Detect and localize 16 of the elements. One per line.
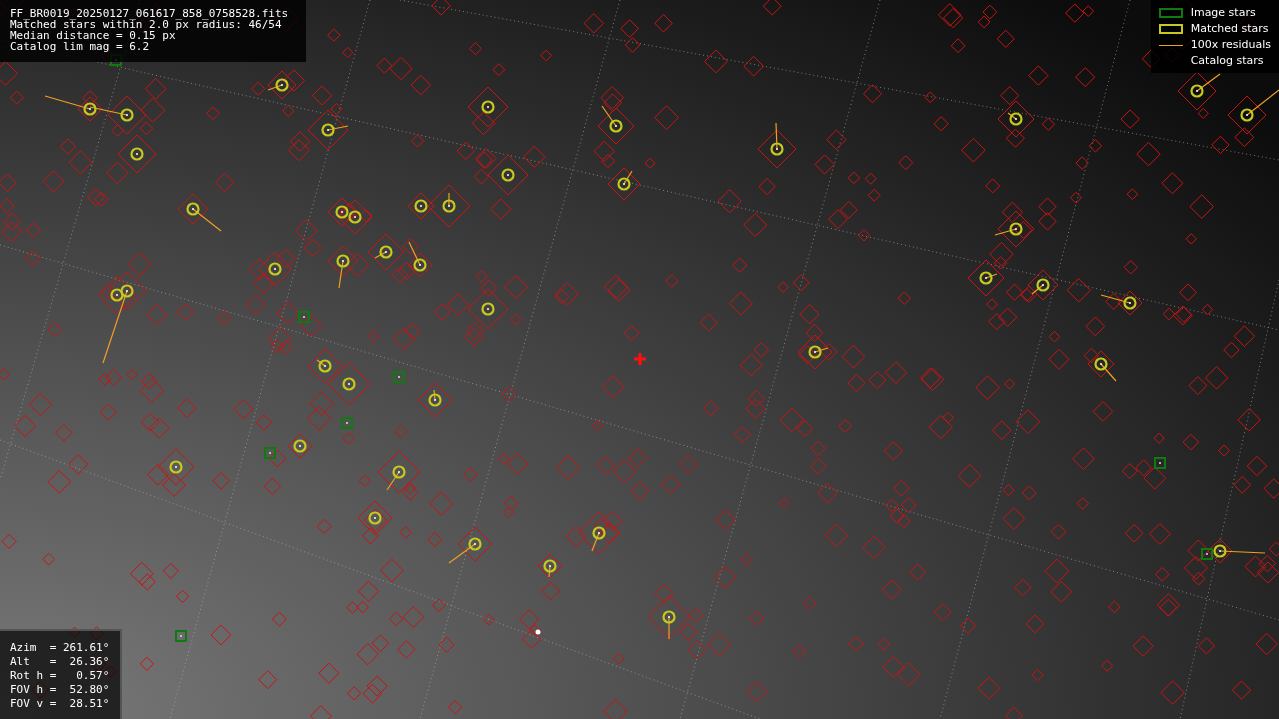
matched-star-swatch-icon [1158, 24, 1183, 34]
pointing-text: Azim = 261.61° [10, 641, 110, 655]
residual-line-swatch-icon [1158, 44, 1183, 46]
info-text: Catalog lim mag = 6.2 [10, 41, 151, 52]
info-text: FF_BR0019_20250127_061617_858_0758528.fits [10, 8, 290, 19]
info-text: Median distance = 0.15 px [10, 30, 176, 41]
legend-label: Image stars [1190, 5, 1257, 21]
legend-label: Catalog stars [1190, 53, 1265, 69]
info-text: Matched stars within 2.0 px radius: 46/54 [10, 19, 282, 30]
legend-label: Matched stars [1190, 21, 1270, 37]
pointing-text: Rot h = 0.57° [10, 669, 110, 683]
legend-label: 100x residuals [1190, 37, 1271, 53]
pointing-text: Alt = 26.36° [10, 655, 110, 669]
pointing-text: FOV h = 52.80° [10, 683, 110, 697]
image-star-swatch-icon [1158, 8, 1183, 18]
pointing-text: FOV v = 28.51° [10, 697, 110, 711]
